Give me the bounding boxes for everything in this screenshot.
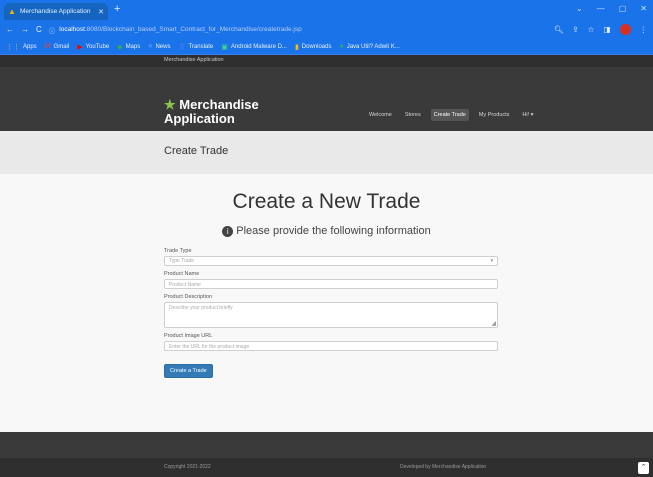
nav-link-stores[interactable]: Stores: [402, 109, 424, 121]
product-image-url-input[interactable]: Enter the URL for the product image: [164, 341, 498, 351]
maps-icon: ◆: [117, 43, 123, 51]
product-image-label: Product Image URL: [164, 333, 213, 339]
address-bar: ← → C ⓘ localhost:8080/Blockchain_based_…: [0, 20, 653, 39]
form-subheading: i Please provide the following informatio…: [0, 225, 653, 237]
bookmark-label: Translate: [188, 43, 214, 50]
folder-icon: ▮: [294, 43, 299, 51]
bookmarks-bar: ⋮⋮ Apps M Gmail ▶ YouTube ◆ Maps ■ News 文 Translate…: [0, 39, 653, 55]
scroll-up-icon[interactable]: ⌃: [638, 462, 649, 474]
gmail-icon: M: [44, 43, 51, 50]
main-content: Create a New Trade i Please provide the f…: [0, 174, 653, 432]
bookmark-item[interactable]: ◆ Maps: [117, 43, 140, 51]
bookmark-item[interactable]: ▶ YouTube: [77, 43, 109, 51]
bookmark-item[interactable]: ▮ Downloads: [295, 43, 332, 51]
credit-text: Developed by Merchandise Application: [400, 464, 487, 470]
android-icon: ▣: [221, 43, 228, 51]
back-icon[interactable]: ←: [6, 25, 14, 34]
brand-line-1: Merchandise: [179, 97, 259, 112]
bookmark-label: Gmail: [53, 43, 70, 50]
footer-bottom: Copyright 2021-2022 Developed by Merchan…: [0, 458, 653, 477]
product-description-label: Product Description: [164, 294, 212, 300]
brand-line-2: Application: [164, 111, 235, 126]
url-host: localhost: [59, 26, 85, 33]
translate-icon: 文: [178, 43, 186, 51]
forward-icon[interactable]: →: [21, 25, 29, 34]
page-title: Create Trade: [164, 145, 229, 157]
site-top-strip: Merchandise Application: [0, 55, 653, 67]
bookmark-item[interactable]: ● Java Util? Adwit K...: [339, 43, 399, 50]
youtube-icon: ▶: [77, 43, 83, 51]
share-icon[interactable]: ⇪: [572, 25, 578, 34]
bookmark-label: News: [155, 43, 171, 50]
nav-link-hi[interactable]: Hi! ▾: [519, 109, 536, 121]
window-controls: ⌄ — ▢ ✕: [576, 4, 647, 13]
bookmark-item[interactable]: M Gmail: [45, 43, 70, 50]
bookmark-label: Apps: [23, 43, 37, 50]
tab-title: Merchandise Application: [20, 8, 91, 15]
bookmark-label: Downloads: [301, 43, 332, 50]
zoom-icon[interactable]: 🔍︎: [554, 25, 564, 34]
page-header: Create Trade: [0, 131, 653, 174]
product-description-placeholder: Describe your product briefly: [169, 305, 233, 311]
create-trade-button[interactable]: Create a Trade: [164, 364, 213, 378]
close-tab-icon[interactable]: ✕: [98, 8, 104, 16]
product-name-label: Product Name: [164, 271, 200, 277]
info-icon: i: [222, 226, 234, 237]
copyright-text: Copyright 2021-2022: [164, 464, 211, 470]
address-bar-actions: 🔍︎ ⇪ ☆ ◨ ⋮: [554, 24, 647, 35]
nav-link-my-products[interactable]: My Products: [476, 109, 513, 121]
bookmark-label: YouTube: [85, 43, 110, 50]
maximize-icon[interactable]: ▢: [619, 4, 627, 13]
bookmark-label: Android Malware D...: [230, 43, 287, 50]
nav-links: Welcome Stores Create Trade My Products Hi! …: [366, 109, 536, 121]
site-top-label: Merchandise Application: [164, 57, 224, 63]
form-heading: Create a New Trade: [232, 190, 421, 213]
star-logo-icon: ★: [164, 97, 176, 112]
app-favicon-icon: ▲: [8, 6, 16, 16]
create-trade-form: Trade Type Type Trade ▾ Product Name Pro…: [164, 248, 498, 378]
bookmark-item[interactable]: ■ News: [148, 43, 170, 50]
info-circle-icon[interactable]: ⓘ: [49, 25, 56, 35]
nav-link-create-trade[interactable]: Create Trade: [430, 109, 469, 121]
product-name-input[interactable]: Product Name: [164, 279, 498, 289]
site-icon: ●: [339, 43, 344, 50]
subheading-text: Please provide the following information: [236, 225, 431, 237]
resize-handle-icon[interactable]: ◢: [491, 320, 496, 327]
menu-kebab-icon[interactable]: ⋮: [640, 25, 648, 34]
bookmark-item[interactable]: ⋮⋮ Apps: [6, 43, 37, 51]
apps-grid-icon: ⋮⋮: [6, 43, 20, 51]
product-description-textarea[interactable]: Describe your product briefly ◢: [164, 302, 498, 328]
bookmark-item[interactable]: 文 Translate: [178, 42, 213, 52]
browser-tab[interactable]: ▲ Merchandise Application ✕: [4, 3, 108, 20]
news-icon: ■: [148, 43, 153, 50]
site-navbar: ★ Merchandise Application Welcome Stores C…: [0, 67, 653, 131]
sidebar-icon[interactable]: ◨: [603, 25, 610, 34]
trade-type-select[interactable]: Type Trade ▾: [164, 256, 498, 266]
bookmark-label: Maps: [125, 43, 141, 50]
close-window-icon[interactable]: ✕: [640, 4, 647, 13]
site-brand[interactable]: ★ Merchandise Application: [164, 98, 259, 126]
footer-top: [0, 432, 653, 458]
browser-tab-bar: ▲ Merchandise Application ✕ + ⌄ — ▢ ✕: [0, 0, 653, 20]
reload-icon[interactable]: C: [36, 25, 42, 34]
bookmark-label: Java Util? Adwit K...: [346, 43, 400, 50]
profile-avatar-icon[interactable]: [619, 24, 631, 35]
trade-type-value: Type Trade: [169, 258, 195, 264]
url-field[interactable]: ⓘ localhost:8080/Blockchain_based_Smart_…: [49, 23, 547, 37]
minimize-icon[interactable]: —: [597, 4, 605, 13]
chevron-down-icon: ▾: [490, 258, 493, 264]
star-bookmark-icon[interactable]: ☆: [588, 25, 595, 34]
bookmark-item[interactable]: ▣ Android Malware D...: [221, 43, 287, 51]
trade-type-label: Trade Type: [164, 248, 192, 254]
tab-search-icon[interactable]: ⌄: [576, 4, 583, 13]
url-path: :8080/Blockchain_based_Smart_Contract_fo…: [84, 26, 302, 33]
nav-link-welcome[interactable]: Welcome: [366, 109, 395, 121]
new-tab-button[interactable]: +: [114, 4, 120, 15]
